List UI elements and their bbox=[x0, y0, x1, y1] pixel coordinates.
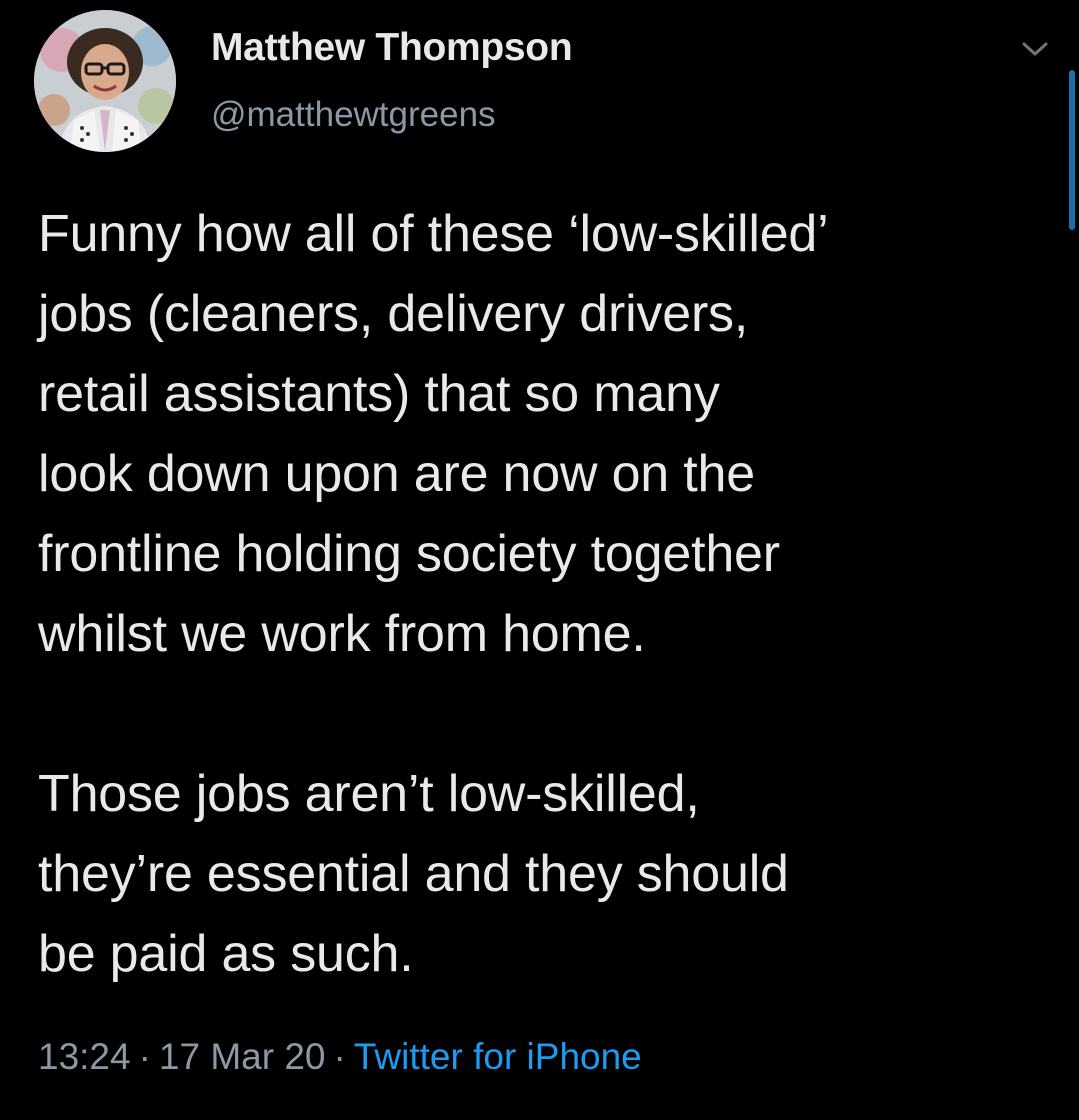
tweet-metadata: 13:24 · 17 Mar 20 · Twitter for iPhone bbox=[38, 1036, 642, 1078]
author-handle[interactable]: @matthewtgreens bbox=[211, 95, 496, 135]
tweet-time[interactable]: 13:24 bbox=[38, 1036, 131, 1077]
separator: · bbox=[138, 1036, 151, 1077]
tweet-date[interactable]: 17 Mar 20 bbox=[159, 1036, 326, 1077]
scrollbar[interactable] bbox=[1069, 70, 1075, 230]
separator: · bbox=[333, 1036, 346, 1077]
tweet-text: Funny how all of these ‘low-skilled’ job… bbox=[38, 205, 829, 983]
chevron-down-icon[interactable] bbox=[1018, 38, 1052, 60]
tweet-card: Matthew Thompson @matthewtgreens Funny h… bbox=[0, 0, 1079, 1120]
profile-photo-icon bbox=[34, 10, 176, 152]
tweet-source-link[interactable]: Twitter for iPhone bbox=[354, 1036, 642, 1077]
author-display-name[interactable]: Matthew Thompson bbox=[211, 26, 573, 70]
avatar[interactable] bbox=[34, 10, 176, 152]
